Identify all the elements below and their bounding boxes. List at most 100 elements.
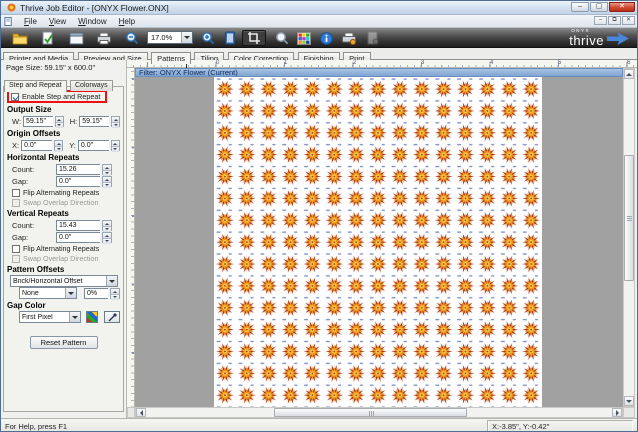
color-grid-icon <box>297 32 311 45</box>
h-flip-row[interactable]: Flip Alternating Repeats <box>7 188 120 197</box>
height-field[interactable] <box>79 116 109 127</box>
v-flip-label: Flip Alternating Repeats <box>23 244 99 253</box>
info-button[interactable] <box>315 30 337 46</box>
ruler-number: 2 <box>353 60 356 66</box>
brand-thrive-text: thrive <box>569 34 604 47</box>
app-icon <box>7 3 16 12</box>
step-and-repeat-page: Enable Step and Repeat Output Size W: H:… <box>3 86 124 412</box>
horizontal-scroll-thumb[interactable] <box>274 408 467 417</box>
open-folder-icon <box>12 32 28 45</box>
magnifier-button[interactable] <box>271 30 293 46</box>
h-gap-field[interactable] <box>56 176 100 187</box>
h-swap-row: Swap Overlap Direction <box>7 198 120 207</box>
v-flip-row[interactable]: Flip Alternating Repeats <box>7 244 120 253</box>
width-field[interactable] <box>23 116 53 127</box>
scroll-down-arrow[interactable] <box>624 396 634 406</box>
settings-panel: Page Size: 59.15" x 600.0" Step and Repe… <box>1 60 127 418</box>
subtab-colorways[interactable]: Colorways <box>70 80 113 91</box>
h-flip-checkbox[interactable] <box>12 189 20 197</box>
ruler-number: 5 <box>558 60 561 66</box>
preview-canvas[interactable] <box>135 77 623 407</box>
v-flip-checkbox[interactable] <box>12 245 20 253</box>
menu-help[interactable]: Help <box>113 16 141 27</box>
origin-offsets-heading: Origin Offsets <box>7 129 120 139</box>
zoom-in-button[interactable] <box>197 30 219 46</box>
gap-color-dropdown[interactable]: First Pixel <box>19 311 81 323</box>
zoom-combo-arrow[interactable] <box>181 32 192 43</box>
menu-view[interactable]: View <box>43 16 72 27</box>
v-count-spinner[interactable] <box>102 220 112 231</box>
origin-y-spinner[interactable] <box>111 140 120 151</box>
open-button[interactable] <box>9 30 31 46</box>
brand-logo: ONYX thrive <box>569 28 629 48</box>
horizontal-ruler: 0 1 2 3 4 5 6 <box>127 60 637 68</box>
origin-x-field[interactable] <box>21 140 52 151</box>
mdi-close-button[interactable]: ✕ <box>622 16 635 25</box>
title-bar: Thrive Job Editor - [ONYX Flower.ONX] – … <box>1 1 638 15</box>
print-button[interactable] <box>93 30 115 46</box>
zoom-level-combo[interactable]: 17.0% <box>147 31 193 44</box>
scroll-left-arrow[interactable] <box>136 408 146 417</box>
subtab-step-and-repeat[interactable]: Step and Repeat <box>4 80 67 92</box>
client-area: Page Size: 59.15" x 600.0" Step and Repe… <box>1 60 638 418</box>
mdi-minimize-button[interactable]: – <box>594 16 607 25</box>
document-icon[interactable] <box>4 17 13 26</box>
minimize-button[interactable]: – <box>571 2 589 12</box>
preview-button[interactable] <box>65 30 87 46</box>
tab-patterns[interactable]: Patterns <box>151 52 191 64</box>
v-gap-field[interactable] <box>56 232 100 243</box>
enable-step-and-repeat-checkbox[interactable] <box>11 93 19 101</box>
zoom-out-button[interactable] <box>121 30 143 46</box>
status-help-text: For Help, press F1 <box>5 422 67 431</box>
menu-window[interactable]: Window <box>72 16 112 27</box>
pattern-offset-mode-dropdown[interactable]: Brick/Horizontal Offset <box>10 275 118 287</box>
h-count-field[interactable] <box>56 164 100 175</box>
document-check-icon <box>41 31 55 45</box>
v-count-field[interactable] <box>56 220 100 231</box>
pattern-offset-amount-dropdown[interactable]: None <box>19 287 77 299</box>
color-swatches-button[interactable] <box>293 30 315 46</box>
ruler-number: 6 <box>627 60 630 66</box>
vertical-scrollbar[interactable] <box>623 68 635 407</box>
gap-color-heading: Gap Color <box>7 301 120 311</box>
gap-color-swatch-button[interactable] <box>86 311 99 323</box>
pattern-offset-amount-arrow[interactable] <box>65 288 76 298</box>
tab-row: Printer and Media Preview and Size Patte… <box>1 48 638 60</box>
ruler-number: 1 <box>284 60 287 66</box>
h-gap-spinner[interactable] <box>102 176 112 187</box>
height-spinner[interactable] <box>111 116 120 127</box>
reset-pattern-button[interactable]: Reset Pattern <box>30 336 98 349</box>
width-spinner[interactable] <box>55 116 64 127</box>
menu-file[interactable]: File <box>18 16 43 27</box>
maximize-button[interactable]: ▢ <box>590 2 608 12</box>
print-setup-button[interactable] <box>338 30 360 46</box>
scroll-up-arrow[interactable] <box>624 69 634 79</box>
info-icon <box>320 32 333 45</box>
navigator-button[interactable] <box>219 30 241 46</box>
document-gear-icon <box>366 31 379 45</box>
pattern-offset-mode-arrow[interactable] <box>106 276 117 286</box>
scroll-right-arrow[interactable] <box>612 408 622 417</box>
origin-x-spinner[interactable] <box>54 140 63 151</box>
pattern-offset-percent-field[interactable] <box>84 288 108 299</box>
close-button[interactable]: ✕ <box>609 2 635 12</box>
vertical-scroll-thumb[interactable] <box>624 155 634 281</box>
v-swap-label: Swap Overlap Direction <box>23 254 99 263</box>
h-count-spinner[interactable] <box>102 164 112 175</box>
h-count-label: Count: <box>12 165 54 174</box>
horizontal-scrollbar[interactable] <box>135 407 623 418</box>
crop-tool-button[interactable] <box>242 30 266 46</box>
status-bar: For Help, press F1 X:-3.85", Y:-0.42" <box>1 418 638 432</box>
v-gap-spinner[interactable] <box>102 232 112 243</box>
window-title: Thrive Job Editor - [ONYX Flower.ONX] <box>20 3 169 13</box>
export-button <box>361 30 383 46</box>
origin-y-field[interactable] <box>78 140 109 151</box>
eyedropper-button[interactable] <box>104 311 120 323</box>
eyedropper-icon <box>108 313 117 322</box>
gap-color-arrow[interactable] <box>69 312 80 322</box>
pattern-offset-percent-spinner[interactable] <box>110 288 120 299</box>
mdi-restore-button[interactable]: ⧉ <box>608 16 621 25</box>
v-swap-checkbox <box>12 255 20 263</box>
ruler-number: 3 <box>421 60 424 66</box>
save-button[interactable] <box>37 30 59 46</box>
